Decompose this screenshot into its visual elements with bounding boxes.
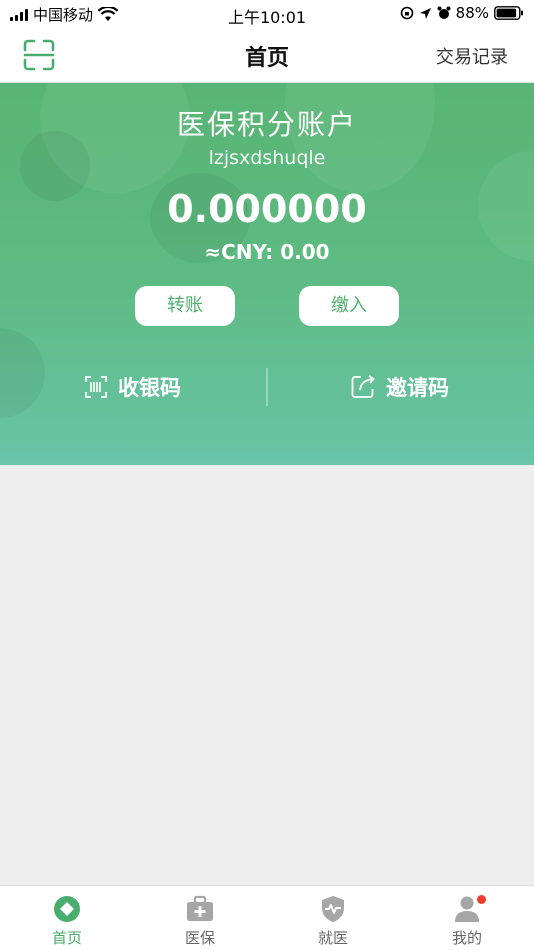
tab-insurance[interactable]: 医保 bbox=[160, 894, 240, 948]
account-username: lzjsxdshuqle bbox=[208, 147, 326, 169]
notification-dot bbox=[477, 895, 486, 904]
cashier-code-label: 收银码 bbox=[118, 376, 181, 400]
share-icon bbox=[351, 375, 375, 398]
tab-mine[interactable]: 我的 bbox=[427, 894, 507, 948]
tab-medical-label: 就医 bbox=[317, 929, 348, 947]
action-divider bbox=[266, 368, 268, 406]
account-title: 医保积分账户 bbox=[176, 108, 357, 141]
transaction-history-link[interactable]: 交易记录 bbox=[436, 43, 508, 69]
balance-value: 0.000000 bbox=[167, 187, 367, 231]
tab-home[interactable]: 首页 bbox=[27, 894, 107, 948]
rotation-lock-icon bbox=[400, 6, 413, 20]
tab-medical[interactable]: 就医 bbox=[293, 894, 373, 948]
location-icon bbox=[419, 7, 431, 19]
transfer-button[interactable]: 转账 bbox=[135, 286, 235, 326]
battery-percent: 88% bbox=[455, 4, 489, 22]
medical-kit-icon bbox=[187, 895, 213, 921]
status-right: 88% bbox=[400, 4, 524, 22]
nav-bar: 首页 交易记录 bbox=[0, 28, 534, 83]
decor-bubble bbox=[0, 328, 45, 418]
barcode-icon bbox=[85, 376, 107, 398]
battery-icon bbox=[494, 6, 523, 20]
invite-code-button[interactable]: 邀请码 bbox=[350, 370, 449, 404]
alarm-icon bbox=[437, 6, 451, 19]
tab-home-label: 首页 bbox=[51, 929, 82, 947]
cny-value: ≈CNY: 0.00 bbox=[204, 240, 330, 264]
account-card: 医保积分账户 lzjsxdshuqle 0.000000 ≈CNY: 0.00 … bbox=[0, 83, 534, 465]
tab-bar: 首页 医保 就医 我的 bbox=[0, 885, 534, 950]
home-diamond-icon bbox=[54, 896, 80, 922]
tab-mine-label: 我的 bbox=[451, 929, 482, 947]
invite-code-label: 邀请码 bbox=[386, 376, 449, 400]
pay-in-button[interactable]: 缴入 bbox=[299, 286, 399, 326]
cashier-code-button[interactable]: 收银码 bbox=[84, 370, 181, 404]
status-bar: 中国移动 上午10:01 88% bbox=[0, 0, 534, 28]
tab-insurance-label: 医保 bbox=[184, 929, 215, 947]
shield-pulse-icon bbox=[322, 896, 344, 922]
